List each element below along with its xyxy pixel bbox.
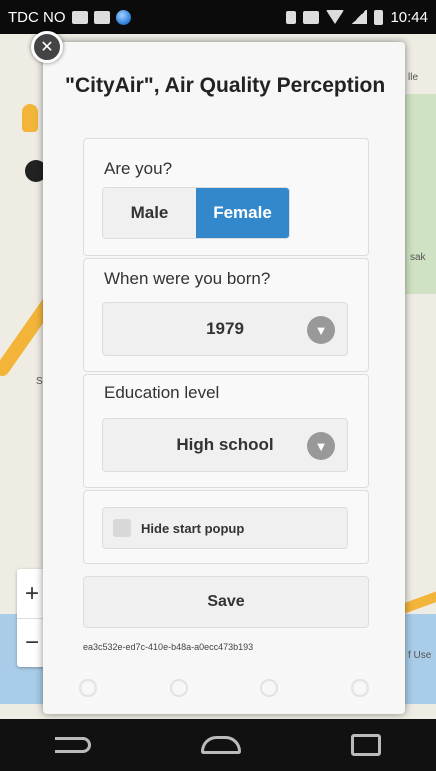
background-icons (43, 674, 405, 702)
home-icon[interactable] (201, 736, 241, 754)
chevron-down-icon: ▼ (307, 316, 335, 344)
navigation-bar (0, 719, 436, 771)
street-view-pegman-icon[interactable] (22, 104, 38, 132)
close-icon[interactable]: ✕ (31, 31, 63, 63)
faint-icon (260, 679, 279, 697)
carrier-label: TDC NO (8, 8, 66, 26)
education-value: High school (176, 435, 274, 454)
status-bar: TDC NO 10:44 (0, 0, 436, 34)
faint-icon (169, 679, 188, 697)
wifi-icon (326, 10, 345, 24)
signal-icon (351, 10, 368, 24)
globe-icon (115, 9, 131, 25)
hide-start-popup-checkbox[interactable]: Hide start popup (102, 507, 348, 549)
gender-toggle: Male Female (102, 187, 290, 239)
clock: 10:44 (390, 8, 428, 26)
education-section: Education level High school ▼ (83, 374, 369, 488)
sim-icon (71, 10, 88, 24)
map-label: lle (408, 72, 419, 83)
gender-option-male[interactable]: Male (103, 188, 196, 238)
hide-start-popup-label: Hide start popup (141, 520, 245, 536)
nfc-icon (303, 10, 320, 24)
image-icon (93, 10, 110, 24)
checkbox-icon (113, 519, 131, 537)
recent-apps-icon[interactable] (351, 734, 381, 756)
gender-label: Are you? (104, 159, 173, 178)
device-id: ea3c532e-ed7c-410e-b48a-a0ecc473b193 (83, 642, 254, 652)
birth-year-select[interactable]: 1979 ▼ (102, 302, 348, 356)
map-label: f Use (408, 650, 432, 661)
map-label: sak (410, 252, 426, 263)
save-button[interactable]: Save (83, 576, 369, 628)
chevron-down-icon: ▼ (307, 432, 335, 460)
hide-popup-section: Hide start popup (83, 490, 369, 564)
gender-section: Are you? Male Female (83, 138, 369, 256)
back-icon[interactable] (55, 737, 91, 753)
education-label: Education level (104, 383, 220, 402)
faint-icon (350, 679, 369, 697)
birth-year-section: When were you born? 1979 ▼ (83, 258, 369, 372)
vibrate-icon (286, 10, 297, 24)
gender-option-female[interactable]: Female (196, 188, 289, 238)
start-popup: "CityAir", Air Quality Perception Are yo… (43, 42, 405, 714)
popup-title: "CityAir", Air Quality Perception (65, 74, 386, 97)
battery-icon (374, 9, 384, 25)
birth-year-label: When were you born? (104, 269, 271, 288)
birth-year-value: 1979 (206, 319, 244, 338)
faint-icon (79, 679, 98, 697)
education-select[interactable]: High school ▼ (102, 418, 348, 472)
